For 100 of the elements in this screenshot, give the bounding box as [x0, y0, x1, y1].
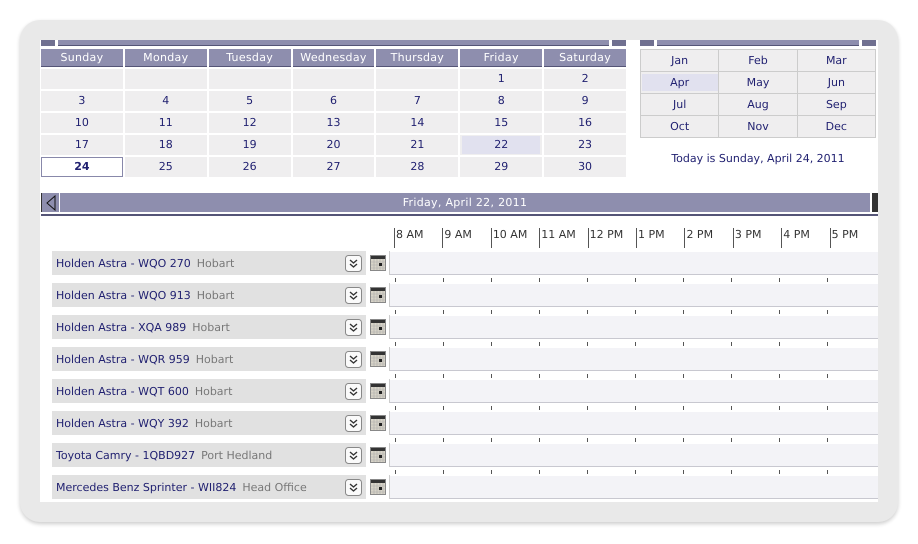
calendar-day[interactable]: 21 [376, 135, 458, 155]
calendar-day[interactable]: 5 [208, 91, 291, 111]
resource-location: Hobart [194, 416, 234, 430]
hour-label: 9 AM [442, 228, 491, 248]
resource-location: Hobart [196, 288, 236, 302]
resource-name: Holden Astra - WQO 270 [56, 256, 191, 270]
calendar-day[interactable]: 22 [460, 135, 542, 155]
calendar-day[interactable]: 4 [124, 91, 207, 111]
expand-button[interactable] [345, 318, 362, 336]
expand-button[interactable] [345, 254, 362, 272]
timeline-track[interactable] [390, 443, 878, 467]
weekday-header: Saturday [544, 49, 626, 67]
hour-label: 1 PM [636, 228, 684, 248]
timeline-track[interactable] [390, 283, 878, 307]
resource-location: Hobart [192, 320, 231, 334]
month-cell[interactable]: Jul [641, 94, 720, 116]
resource-name: Holden Astra - WQR 959 [56, 352, 190, 366]
month-cell[interactable]: Aug [719, 94, 798, 116]
calendar-day[interactable]: 26 [208, 157, 291, 177]
day-title: Friday, April 22, 2011 [402, 196, 528, 209]
calendar-day[interactable]: 28 [376, 157, 458, 177]
month-cell[interactable]: Sep [798, 94, 876, 116]
calendar-day[interactable]: 19 [208, 135, 291, 155]
hour-label: 3 PM [732, 228, 782, 248]
calendar-day[interactable]: 9 [544, 91, 626, 111]
hour-label: 11 AM [539, 228, 588, 248]
calendar-day[interactable]: 13 [292, 113, 374, 133]
month-cell[interactable]: Apr [641, 72, 720, 94]
resource-location: Port Hedland [201, 448, 274, 462]
today-label: Today is Sunday, April 24, 2011 [671, 152, 845, 165]
timeline-track[interactable] [390, 347, 878, 371]
calendar-day[interactable]: 27 [292, 157, 374, 177]
weekday-header: Friday [460, 49, 542, 67]
calendar-day[interactable]: 12 [208, 113, 291, 133]
resource-location: Head Office [242, 480, 308, 494]
calendar-day[interactable]: 23 [544, 135, 626, 155]
timeline-track[interactable] [390, 379, 878, 403]
month-cell[interactable]: May [719, 72, 798, 94]
calendar-day[interactable]: 3 [41, 91, 123, 111]
calendar-day[interactable]: 1 [460, 69, 542, 89]
hour-label: 2 PM [684, 228, 733, 248]
calendar-day[interactable]: 11 [124, 113, 207, 133]
previous-day-button[interactable] [41, 193, 60, 212]
timeline-track[interactable] [390, 315, 878, 339]
expand-button[interactable] [345, 382, 362, 400]
timeline-track[interactable] [390, 475, 878, 499]
resource-name: Mercedes Benz Sprinter - WII824 [56, 480, 236, 494]
hour-label: 10 AM [490, 228, 540, 248]
calendar-icon[interactable] [370, 447, 386, 463]
calendar-icon[interactable] [370, 479, 386, 495]
month-cell[interactable]: Feb [719, 50, 798, 72]
calendar-day[interactable]: 7 [376, 91, 458, 111]
month-cell[interactable]: Mar [798, 50, 876, 72]
timeline-track[interactable] [390, 411, 878, 435]
calendar-day[interactable]: 2 [544, 69, 626, 89]
calendar-day[interactable]: 17 [41, 135, 123, 155]
resource-location: Hobart [194, 384, 234, 398]
calendar-day[interactable]: 16 [544, 113, 626, 133]
calendar-day[interactable]: 24 [41, 157, 123, 177]
weekday-header: Thursday [376, 49, 458, 67]
weekday-header: Sunday [41, 49, 123, 67]
calendar-day[interactable]: 25 [124, 157, 207, 177]
hour-label: 8 AM [394, 228, 442, 248]
expand-button[interactable] [345, 286, 362, 304]
month-cell[interactable]: Nov [719, 116, 798, 138]
expand-button[interactable] [345, 446, 362, 464]
calendar-icon[interactable] [370, 351, 386, 367]
calendar-icon[interactable] [370, 287, 386, 303]
calendar-icon[interactable] [370, 255, 386, 271]
calendar-day[interactable]: 29 [460, 157, 542, 177]
calendar-day[interactable]: 30 [544, 157, 626, 177]
weekday-header: Tuesday [208, 49, 291, 67]
calendar-day[interactable]: 15 [460, 113, 542, 133]
expand-button[interactable] [345, 478, 362, 496]
month-cell[interactable]: Oct [641, 116, 720, 138]
weekday-header: Wednesday [292, 49, 374, 67]
resource-name: Toyota Camry - 1QBD927 [56, 448, 196, 462]
calendar-day[interactable]: 14 [376, 113, 458, 133]
expand-button[interactable] [345, 414, 362, 432]
resource-name: Holden Astra - WQT 600 [56, 384, 189, 398]
hour-label: 12 PM [588, 228, 636, 248]
calendar-day[interactable]: 18 [124, 135, 207, 155]
month-cell[interactable]: Jan [641, 50, 720, 72]
month-cell[interactable]: Jun [798, 72, 876, 94]
month-cell[interactable]: Dec [798, 116, 876, 138]
resource-name: Holden Astra - WQO 913 [56, 288, 191, 302]
resource-name: Holden Astra - WQY 392 [56, 416, 189, 430]
calendar-day[interactable]: 10 [41, 113, 123, 133]
calendar-day[interactable]: 20 [292, 135, 374, 155]
resource-location: Hobart [196, 256, 236, 270]
calendar-icon[interactable] [370, 415, 386, 431]
calendar-icon[interactable] [370, 383, 386, 399]
next-day-button[interactable] [870, 193, 878, 212]
calendar-day[interactable]: 6 [292, 91, 374, 111]
resource-location: Hobart [196, 352, 234, 366]
expand-button[interactable] [345, 350, 362, 368]
calendar-icon[interactable] [370, 319, 386, 335]
calendar-day[interactable]: 8 [460, 91, 542, 111]
resource-name: Holden Astra - XQA 989 [56, 320, 186, 334]
timeline-track[interactable] [390, 251, 878, 275]
